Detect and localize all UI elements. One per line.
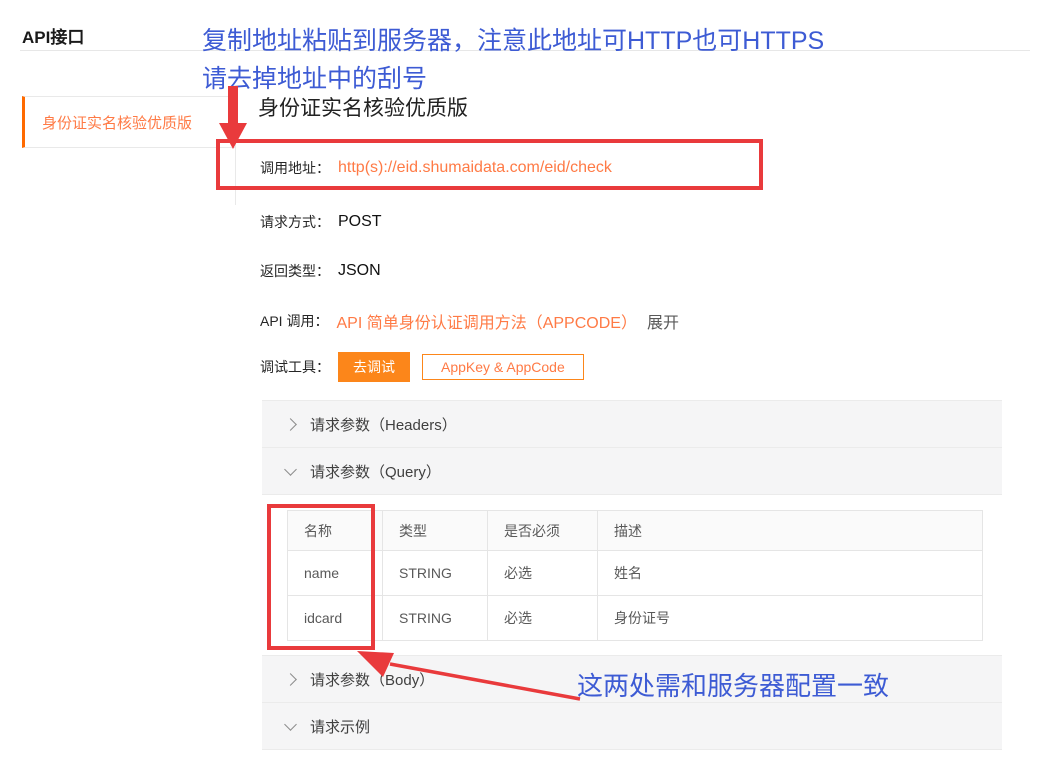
field-return-type: 返回类型： JSON <box>260 261 381 281</box>
chevron-right-icon <box>284 673 297 686</box>
section-example-toggle[interactable]: 请求示例 <box>262 702 1002 750</box>
table-header-row: 名称 类型 是否必须 描述 <box>288 511 983 551</box>
cell-param-type: STRING <box>383 551 488 596</box>
header-divider <box>20 50 1030 51</box>
param-accordion: 请求参数（Headers） 请求参数（Query） 名称 类型 是否必须 描述 … <box>262 400 1002 750</box>
expand-toggle[interactable]: 展开 <box>647 309 679 333</box>
field-api-call: API 调用： API 简单身份认证调用方法（APPCODE） 展开 <box>260 309 679 333</box>
section-body-label: 请求参数（Body） <box>310 669 434 690</box>
section-body-toggle[interactable]: 请求参数（Body） <box>262 655 1002 703</box>
page-title: API接口 <box>22 23 84 48</box>
section-example-label: 请求示例 <box>310 716 370 737</box>
chevron-down-icon <box>284 463 297 476</box>
table-row: idcard STRING 必选 身份证号 <box>288 596 983 641</box>
sidebar-item-label: 身份证实名核验优质版 <box>42 112 192 133</box>
sidebar-divider <box>235 148 236 205</box>
cell-param-required: 必选 <box>488 596 598 641</box>
api-doc-title: 身份证实名核验优质版 <box>258 92 468 122</box>
api-call-method-link[interactable]: API 简单身份认证调用方法（APPCODE） <box>336 309 636 333</box>
cell-param-name: idcard <box>288 596 383 641</box>
call-address-link[interactable]: http(s)://eid.shumaidata.com/eid/check <box>338 159 612 177</box>
field-debug-tools: 调试工具： 去调试 AppKey & AppCode <box>260 352 584 382</box>
annotation-note-top-line2: 请去掉地址中的刮号 <box>202 59 427 95</box>
sidebar-item-id-verify[interactable]: 身份证实名核验优质版 <box>22 96 236 148</box>
cell-param-type: STRING <box>383 596 488 641</box>
request-method-value: POST <box>338 213 382 231</box>
query-params-panel: 名称 类型 是否必须 描述 name STRING 必选 姓名 idcard S… <box>262 495 1002 656</box>
request-method-label: 请求方式： <box>260 212 330 232</box>
chevron-right-icon <box>284 418 297 431</box>
query-params-table: 名称 类型 是否必须 描述 name STRING 必选 姓名 idcard S… <box>287 510 983 641</box>
debug-tools-label: 调试工具： <box>260 357 330 377</box>
section-headers-toggle[interactable]: 请求参数（Headers） <box>262 400 1002 448</box>
field-call-address: 调用地址： http(s)://eid.shumaidata.com/eid/c… <box>260 158 612 178</box>
cell-param-name: name <box>288 551 383 596</box>
col-header-type: 类型 <box>383 511 488 551</box>
col-header-required: 是否必须 <box>488 511 598 551</box>
cell-param-desc: 姓名 <box>598 551 983 596</box>
annotation-note-top-line1: 复制地址粘贴到服务器，注意此地址可HTTP也可HTTPS <box>202 21 824 57</box>
cell-param-required: 必选 <box>488 551 598 596</box>
field-request-method: 请求方式： POST <box>260 212 382 232</box>
go-debug-button[interactable]: 去调试 <box>338 352 410 382</box>
section-query-toggle[interactable]: 请求参数（Query） <box>262 447 1002 495</box>
return-type-value: JSON <box>338 262 381 280</box>
appkey-appcode-button[interactable]: AppKey & AppCode <box>422 354 584 380</box>
table-row: name STRING 必选 姓名 <box>288 551 983 596</box>
section-headers-label: 请求参数（Headers） <box>310 414 457 435</box>
cell-param-desc: 身份证号 <box>598 596 983 641</box>
col-header-desc: 描述 <box>598 511 983 551</box>
chevron-down-icon <box>284 718 297 731</box>
call-address-label: 调用地址： <box>260 158 330 178</box>
section-query-label: 请求参数（Query） <box>310 461 441 482</box>
return-type-label: 返回类型： <box>260 261 330 281</box>
col-header-name: 名称 <box>288 511 383 551</box>
api-call-label: API 调用： <box>260 311 328 331</box>
